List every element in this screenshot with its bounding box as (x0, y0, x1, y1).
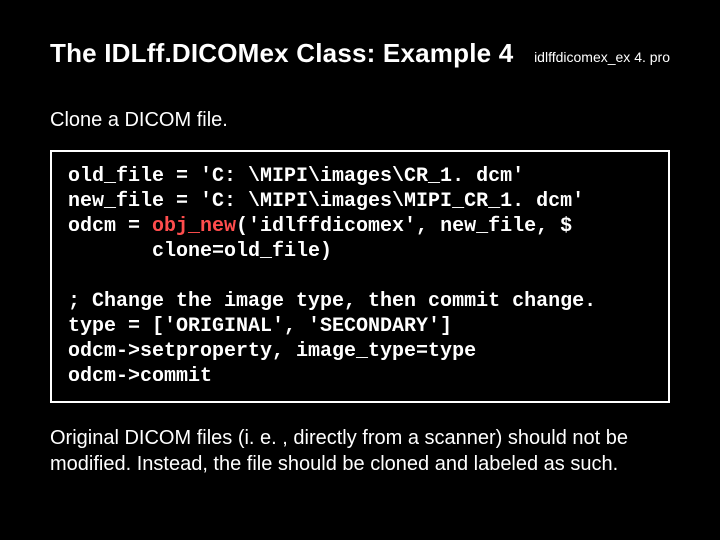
code-line: odcm->commit (68, 365, 212, 388)
code-line: type = ['ORIGINAL', 'SECONDARY'] (68, 315, 452, 338)
header-row: The IDLff.DICOMex Class: Example 4 idlff… (50, 38, 670, 69)
code-line: odcm->setproperty, image_type=type (68, 340, 476, 363)
slide: The IDLff.DICOMex Class: Example 4 idlff… (0, 0, 720, 540)
slide-filename: idlffdicomex_ex 4. pro (534, 49, 670, 65)
code-line: new_file = 'C: \MIPI\images\MIPI_CR_1. d… (68, 190, 584, 213)
code-line: clone=old_file) (68, 240, 332, 263)
code-line: ; Change the image type, then commit cha… (68, 290, 596, 313)
code-line: odcm = (68, 215, 152, 238)
code-keyword: obj_new (152, 215, 236, 238)
code-line: ('idlffdicomex', new_file, $ (236, 215, 572, 238)
slide-subtitle: Clone a DICOM file. (50, 109, 670, 132)
code-line: old_file = 'C: \MIPI\images\CR_1. dcm' (68, 165, 524, 188)
slide-title: The IDLff.DICOMex Class: Example 4 (50, 38, 513, 69)
slide-footer-text: Original DICOM files (i. e. , directly f… (50, 425, 670, 477)
code-block: old_file = 'C: \MIPI\images\CR_1. dcm' n… (50, 150, 670, 403)
